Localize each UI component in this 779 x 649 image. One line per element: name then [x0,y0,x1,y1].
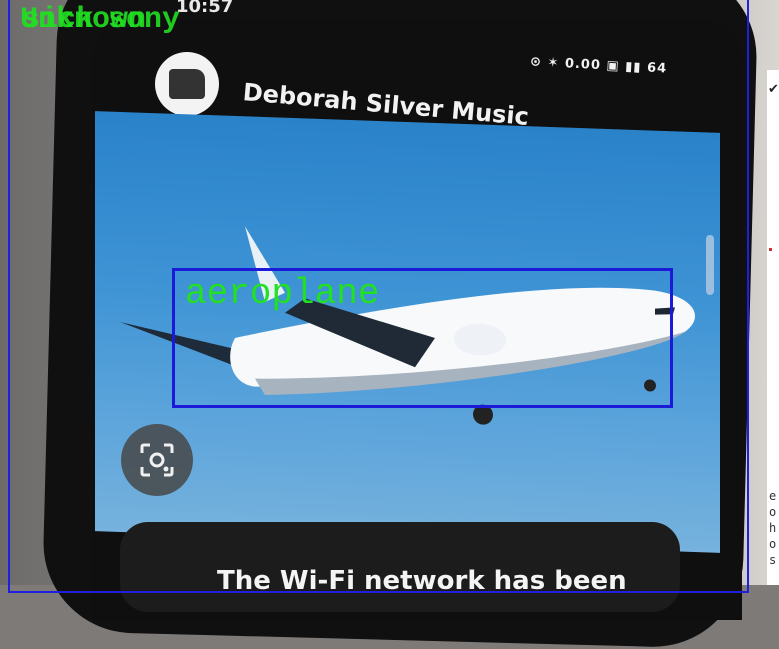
side-line: o [769,537,777,551]
frame-label: sony [108,3,181,37]
checkmark-icon: ✔ [768,82,779,97]
frame-label: sick [22,3,95,37]
side-line: s [769,553,777,567]
red-dot [769,248,772,251]
side-line: h [769,521,777,535]
monitor-side-text: e o h o s [769,488,776,568]
side-line: e [769,489,777,503]
aeroplane-label: aeroplane [185,273,380,314]
side-line: o [769,505,777,519]
